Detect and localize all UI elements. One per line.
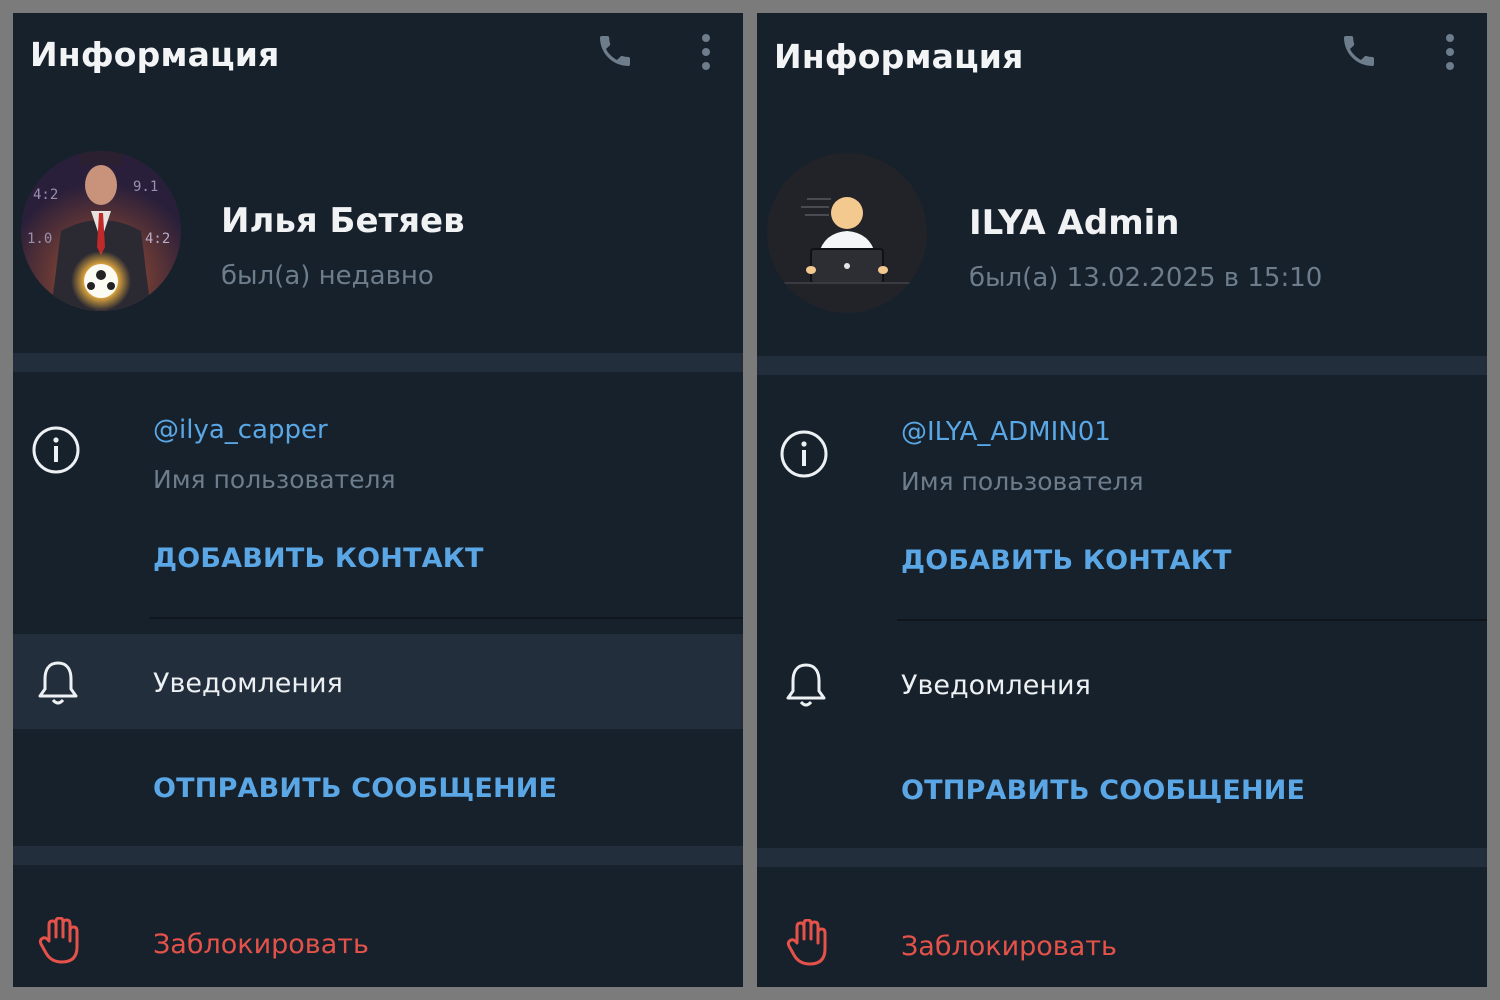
last-seen-status: был(а) недавно [221, 261, 434, 291]
svg-text:1.0: 1.0 [27, 231, 52, 247]
notifications-row[interactable]: Уведомления [757, 636, 1487, 731]
username-link[interactable]: @ilya_capper [153, 415, 328, 445]
notifications-label: Уведомления [153, 668, 343, 699]
notifications-label: Уведомления [901, 670, 1091, 701]
username-label: Имя пользователя [901, 467, 1144, 496]
section-separator [13, 353, 743, 372]
panel-header: Информация [757, 13, 1487, 91]
profile-section: ILYA Admin был(а) 13.02.2025 в 15:10 [757, 133, 1487, 343]
bell-icon [35, 658, 81, 708]
header-title: Информация [30, 35, 280, 74]
svg-text:4:2: 4:2 [145, 231, 170, 247]
more-vertical-icon[interactable] [1437, 30, 1463, 74]
profile-name: Илья Бетяев [221, 201, 465, 241]
svg-text:4:2: 4:2 [33, 187, 58, 203]
section-separator [13, 846, 743, 865]
divider [897, 619, 1487, 621]
bell-icon [783, 660, 829, 710]
avatar[interactable] [767, 153, 927, 313]
profile-panel-right: Информация ILYA Admin был(а) 13.02.2025 … [757, 13, 1487, 987]
username-label: Имя пользователя [153, 465, 396, 494]
info-icon [31, 425, 81, 475]
block-label: Заблокировать [153, 929, 369, 960]
avatar[interactable]: 4:2 9.1 4:2 1.0 [21, 151, 181, 311]
profile-section: 4:2 9.1 4:2 1.0 Илья Бетяев был(а) недав… [13, 133, 743, 343]
svg-text:9.1: 9.1 [133, 179, 158, 195]
profile-panel-left: Информация 4:2 9.1 4:2 1.0 Илья Бетяев б… [13, 13, 743, 987]
phone-icon[interactable] [595, 31, 635, 71]
phone-icon[interactable] [1339, 31, 1379, 71]
username-link[interactable]: @ILYA_ADMIN01 [901, 417, 1111, 447]
section-separator [757, 356, 1487, 375]
send-message-button[interactable]: ОТПРАВИТЬ СООБЩЕНИЕ [901, 775, 1305, 806]
profile-name: ILYA Admin [969, 203, 1180, 243]
last-seen-status: был(а) 13.02.2025 в 15:10 [969, 263, 1323, 293]
section-separator [757, 848, 1487, 867]
notifications-row[interactable]: Уведомления [13, 634, 743, 729]
panel-header: Информация [13, 13, 743, 91]
stop-hand-icon [785, 918, 829, 967]
stop-hand-icon [37, 916, 81, 965]
add-contact-button[interactable]: ДОБАВИТЬ КОНТАКТ [901, 545, 1232, 576]
block-label: Заблокировать [901, 931, 1117, 962]
divider [149, 617, 743, 619]
add-contact-button[interactable]: ДОБАВИТЬ КОНТАКТ [153, 543, 484, 574]
block-user-button[interactable]: Заблокировать [13, 893, 743, 987]
info-icon [779, 429, 829, 479]
block-user-button[interactable]: Заблокировать [757, 895, 1487, 987]
more-vertical-icon[interactable] [693, 30, 719, 74]
send-message-button[interactable]: ОТПРАВИТЬ СООБЩЕНИЕ [153, 773, 557, 804]
header-title: Информация [774, 37, 1024, 76]
